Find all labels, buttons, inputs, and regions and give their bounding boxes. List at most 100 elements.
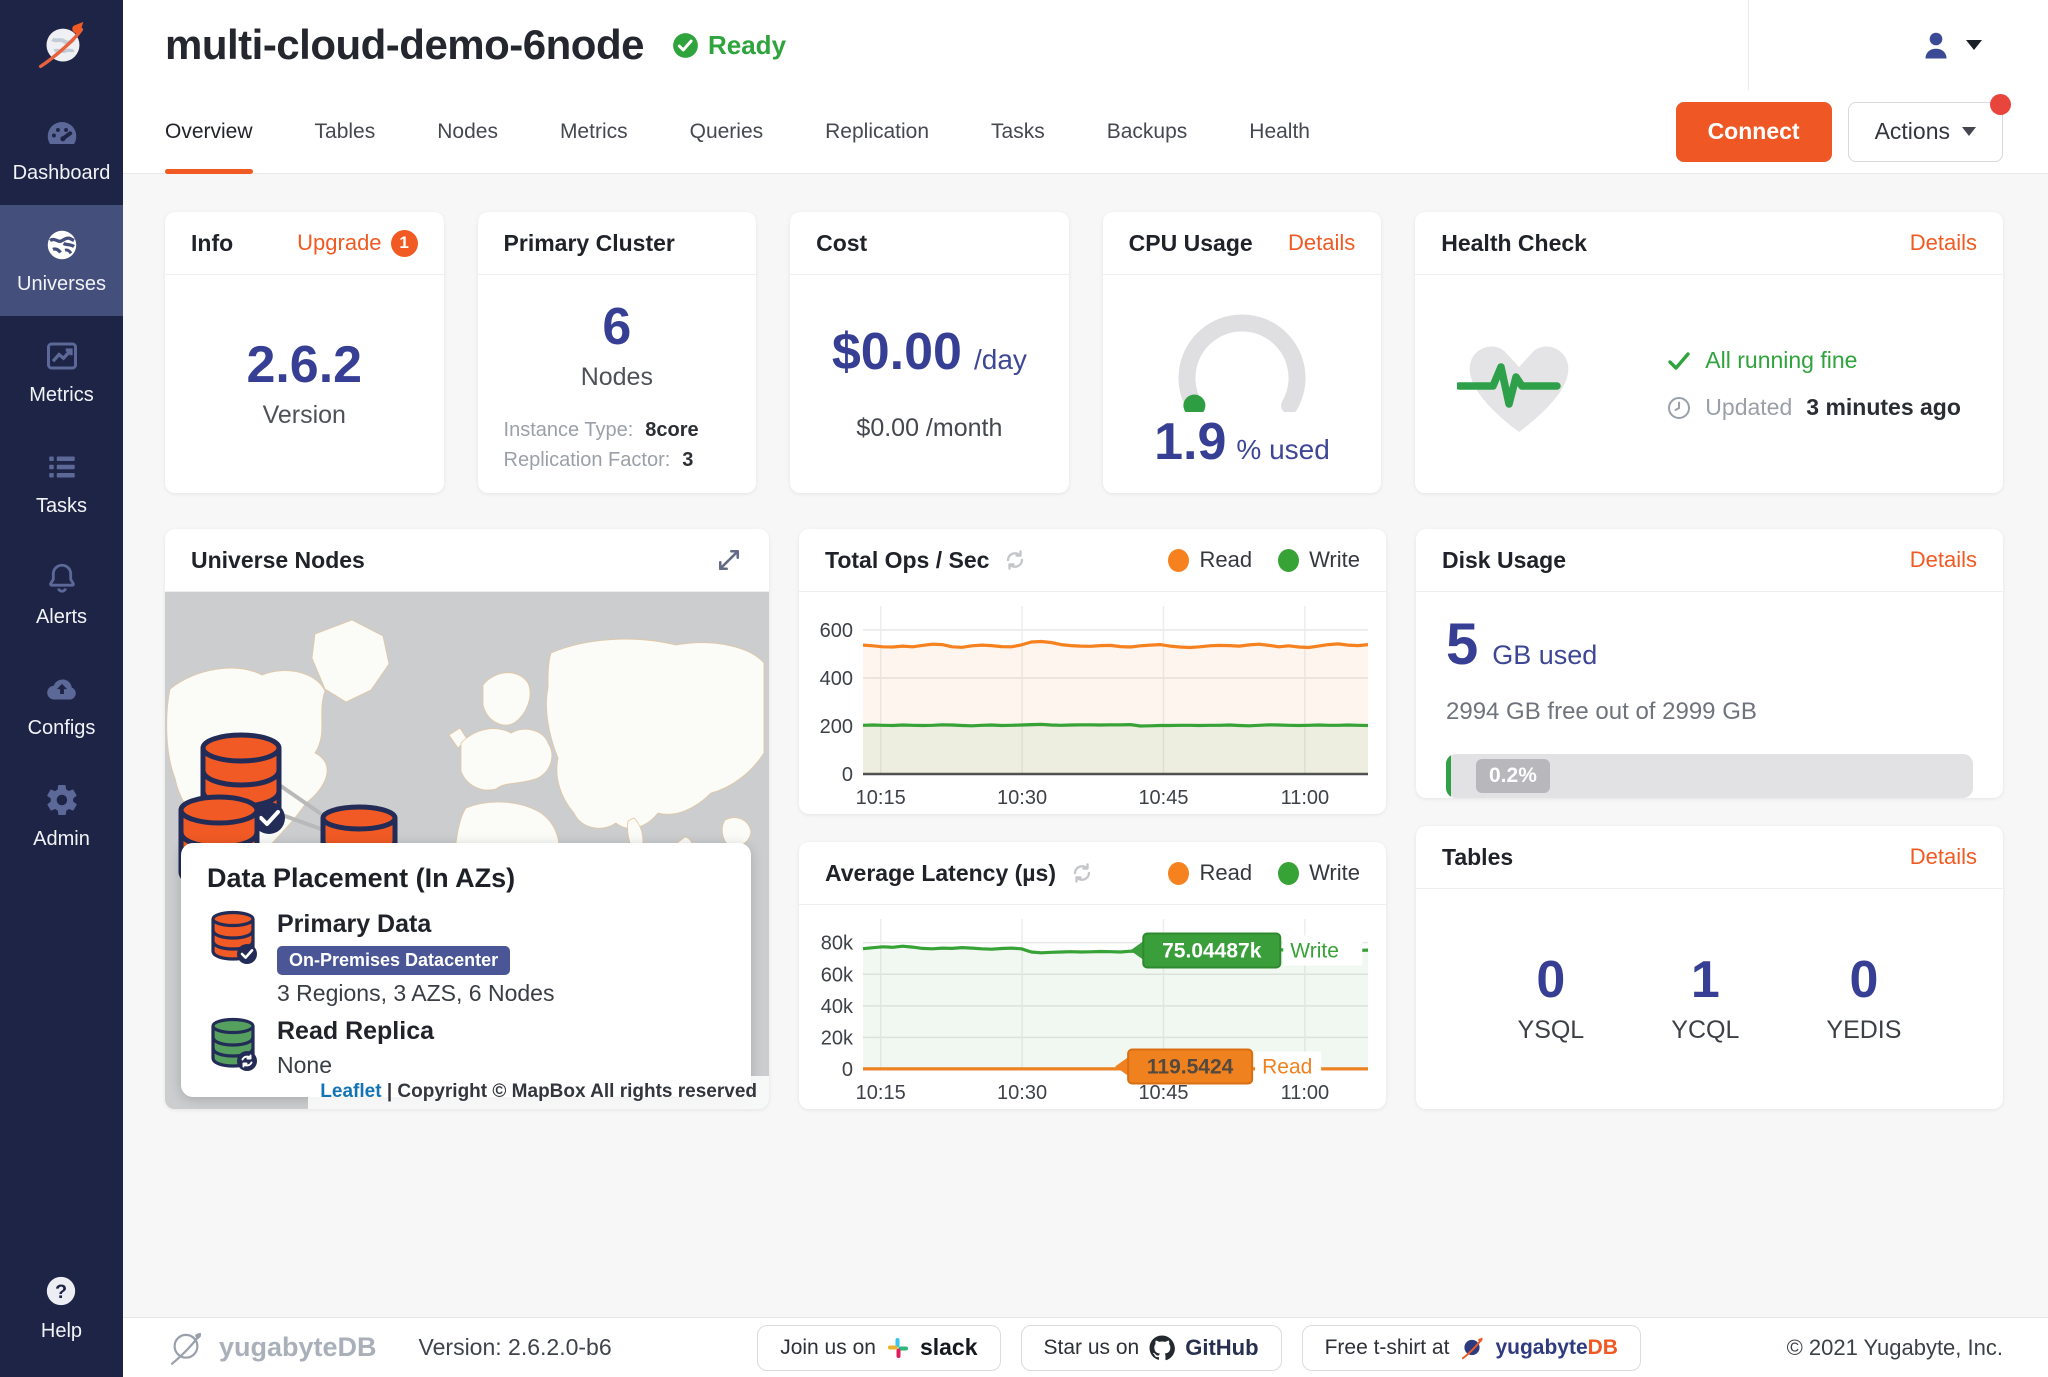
github-icon: [1149, 1335, 1175, 1361]
slack-icon: [886, 1336, 910, 1360]
avg-latency-card: Average Latency (µs) Read Write 020k40k6…: [799, 842, 1386, 1109]
tab-overview[interactable]: Overview: [165, 90, 253, 173]
svg-text:200: 200: [820, 716, 853, 738]
heartbeat-icon: [1457, 328, 1581, 440]
tab-nodes[interactable]: Nodes: [437, 90, 498, 173]
node-count-label: Nodes: [581, 363, 653, 392]
health-check-card: Health Check Details All running fine: [1415, 212, 2003, 493]
sidebar-item-label: Admin: [33, 828, 90, 851]
provider-badge: On-Premises Datacenter: [277, 946, 510, 975]
sidebar-item-tasks[interactable]: Tasks: [0, 427, 123, 538]
svg-text:10:45: 10:45: [1138, 1082, 1188, 1104]
universe-nodes-card: Universe Nodes: [165, 529, 769, 1109]
cloud-upload-icon: [44, 671, 80, 707]
svg-text:10:45: 10:45: [1138, 787, 1188, 809]
primary-data-desc: 3 Regions, 3 AZS, 6 Nodes: [277, 980, 554, 1007]
read-dot-icon: [1168, 549, 1189, 572]
notification-dot: [1990, 94, 2011, 115]
tab-health[interactable]: Health: [1249, 90, 1310, 173]
user-avatar-icon: [1918, 27, 1954, 63]
tshirt-button[interactable]: Free t-shirt at yugabyteDB: [1302, 1325, 1641, 1371]
disk-used-value: 5: [1446, 616, 1478, 674]
cpu-percent-unit: % used: [1236, 434, 1329, 466]
svg-text:400: 400: [820, 668, 853, 690]
tab-tasks[interactable]: Tasks: [991, 90, 1045, 173]
refresh-icon[interactable]: [1003, 548, 1027, 572]
tab-replication[interactable]: Replication: [825, 90, 929, 173]
sidebar-item-alerts[interactable]: Alerts: [0, 538, 123, 649]
upgrade-link[interactable]: Upgrade 1: [297, 230, 417, 257]
data-placement-panel: Data Placement (In AZs): [181, 843, 751, 1097]
world-map[interactable]: Data Placement (In AZs): [165, 592, 769, 1109]
actions-button-label: Actions: [1875, 118, 1950, 145]
svg-text:11:00: 11:00: [1281, 1082, 1330, 1104]
map-attribution: Leaflet | Copyright © MapBox All rights …: [308, 1076, 769, 1109]
svg-text:10:15: 10:15: [856, 787, 906, 809]
version-value: 2.6.2: [246, 339, 362, 391]
actions-button[interactable]: Actions: [1848, 102, 2003, 162]
dashboard-gauge-icon: [44, 116, 80, 152]
sidebar-item-label: Help: [41, 1320, 82, 1343]
slack-button[interactable]: Join us on slack: [757, 1325, 1000, 1371]
svg-text:80k: 80k: [821, 933, 854, 955]
ysql-count: 0 YSQL: [1518, 954, 1585, 1045]
health-status-text: All running fine: [1705, 347, 1857, 374]
page-title: multi-cloud-demo-6node: [165, 21, 644, 69]
svg-text:11:00: 11:00: [1281, 787, 1330, 809]
tables-details-link[interactable]: Details: [1910, 844, 1977, 870]
footer-version: Version: 2.6.2.0-b6: [419, 1334, 612, 1361]
sidebar-item-configs[interactable]: Configs: [0, 649, 123, 760]
svg-text:Read: Read: [1262, 1055, 1312, 1078]
sidebar-item-dashboard[interactable]: Dashboard: [0, 94, 123, 205]
read-replica-db-icon: [207, 1017, 259, 1073]
leaflet-link[interactable]: Leaflet: [320, 1081, 381, 1102]
top-bar: multi-cloud-demo-6node Ready Overview Ta…: [123, 0, 2048, 174]
read-replica-name: Read Replica: [277, 1017, 434, 1046]
primary-cluster-title: Primary Cluster: [504, 230, 675, 257]
tables-card: Tables Details 0 YSQL 1 YCQL: [1416, 826, 2003, 1109]
svg-text:?: ?: [54, 1281, 66, 1303]
tab-tables[interactable]: Tables: [315, 90, 376, 173]
cost-card: Cost $0.00 /day $0.00 /month: [790, 212, 1069, 493]
latency-legend: Read Write: [1168, 860, 1360, 886]
health-status-line: All running fine: [1667, 347, 1961, 374]
read-dot-icon: [1168, 862, 1189, 885]
expand-icon[interactable]: [715, 546, 743, 574]
footer-buttons: Join us on slack Star us on GitHub: [757, 1325, 1641, 1371]
sidebar-item-admin[interactable]: Admin: [0, 760, 123, 871]
cost-per-day-value: $0.00: [832, 326, 962, 378]
check-icon: [1667, 349, 1691, 373]
disk-percent-badge: 0.2%: [1476, 759, 1550, 793]
tab-queries[interactable]: Queries: [690, 90, 764, 173]
total-ops-card: Total Ops / Sec Read Write 020040060010:…: [799, 529, 1386, 814]
universe-nodes-title: Universe Nodes: [191, 547, 365, 574]
tab-backups[interactable]: Backups: [1107, 90, 1188, 173]
read-replica-desc: None: [277, 1052, 434, 1079]
connect-button[interactable]: Connect: [1676, 102, 1832, 162]
sidebar-item-metrics[interactable]: Metrics: [0, 316, 123, 427]
sidebar-item-help[interactable]: ? Help: [0, 1252, 123, 1363]
avg-latency-chart: 020k40k60k80k10:1510:3010:4511:0075.0448…: [805, 907, 1378, 1109]
tab-metrics[interactable]: Metrics: [560, 90, 628, 173]
cpu-details-link[interactable]: Details: [1288, 230, 1355, 256]
health-updated-time: 3 minutes ago: [1806, 394, 1961, 421]
github-button[interactable]: Star us on GitHub: [1021, 1325, 1282, 1371]
refresh-icon[interactable]: [1070, 861, 1094, 885]
tables-title: Tables: [1442, 844, 1513, 871]
write-dot-icon: [1278, 549, 1299, 572]
svg-text:0: 0: [842, 1059, 853, 1081]
main-area: multi-cloud-demo-6node Ready Overview Ta…: [123, 0, 2048, 1377]
help-icon: ?: [44, 1274, 80, 1310]
info-card: Info Upgrade 1 2.6.2 Version: [165, 212, 444, 493]
disk-free-text: 2994 GB free out of 2999 GB: [1446, 698, 1757, 726]
dashboard-content: Info Upgrade 1 2.6.2 Version Primary Clu…: [123, 174, 2048, 1317]
user-menu[interactable]: [1748, 0, 2048, 90]
disk-details-link[interactable]: Details: [1910, 547, 1977, 573]
footer-copyright: © 2021 Yugabyte, Inc.: [1787, 1335, 2003, 1361]
svg-text:75.04487k: 75.04487k: [1162, 940, 1262, 963]
health-details-link[interactable]: Details: [1910, 230, 1977, 256]
tasks-list-icon: [44, 449, 80, 485]
total-ops-title: Total Ops / Sec: [825, 547, 989, 574]
yugabyte-logo[interactable]: [0, 0, 123, 94]
sidebar-item-universes[interactable]: Universes: [0, 205, 123, 316]
